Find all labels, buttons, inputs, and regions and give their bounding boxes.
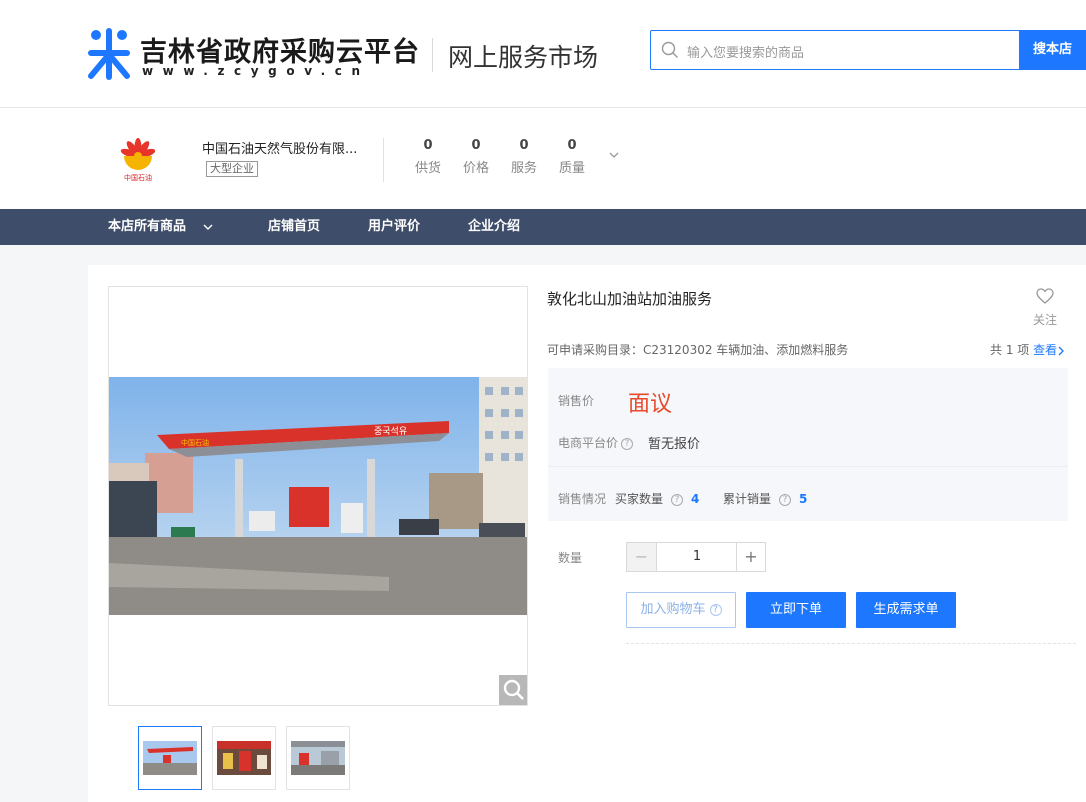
catalog-link-label: 查看: [1033, 343, 1058, 357]
stat-value: 0: [567, 138, 577, 153]
stat-label: 服务: [510, 161, 537, 176]
help-icon: ?: [709, 603, 722, 616]
stat-value: 0: [519, 138, 529, 153]
follow-label: 关注: [1032, 313, 1057, 327]
site-url: www.zcygov.cn: [142, 64, 370, 78]
catalog-view-link[interactable]: 查看: [1033, 343, 1065, 357]
stat-price: 0 价格: [456, 138, 496, 176]
catalog-count-text: 共 1 项: [990, 343, 1030, 357]
thumbnail-image: [291, 741, 345, 775]
help-icon[interactable]: ?: [779, 493, 792, 506]
buyers-value: 4: [691, 492, 700, 506]
procurement-catalog: 可申请采购目录：C23120302 车辆加油、添加燃料服务: [547, 341, 848, 358]
sales-label: 销售情况: [558, 492, 607, 506]
top-header: 吉林省政府采购云平台 www.zcygov.cn 网上服务市场 输入您要搜索的商…: [0, 0, 1086, 108]
nav-user-reviews[interactable]: 用户评价: [368, 209, 420, 245]
order-now-button[interactable]: 立即下单: [746, 592, 846, 628]
market-title: 网上服务市场: [448, 43, 599, 72]
thumbnail-3[interactable]: [286, 726, 350, 790]
nav-store-home[interactable]: 店铺首页: [268, 209, 320, 245]
store-name[interactable]: 中国石油天然气股份有限...: [202, 138, 357, 157]
heart-icon: [1036, 288, 1054, 304]
stat-label: 质量: [558, 161, 585, 176]
ecom-label-text: 电商平台价: [558, 436, 619, 450]
total-sales-label: 累计销量: [723, 492, 772, 506]
search-placeholder: 输入您要搜索的商品: [687, 46, 805, 61]
price-box-divider: [548, 466, 1068, 467]
zoom-icon: [503, 679, 524, 700]
quantity-stepper: − 1 +: [626, 542, 766, 572]
ecom-price-label: 电商平台价?: [558, 434, 634, 451]
catalog-count: 共 1 项 查看: [990, 341, 1065, 358]
chevron-down-icon: [203, 224, 213, 230]
price-value: 面议: [628, 392, 673, 417]
zoom-button[interactable]: [499, 675, 527, 705]
search-store-button[interactable]: 搜本店: [1019, 30, 1086, 70]
chevron-right-icon: [1058, 346, 1065, 355]
search-icon: [661, 41, 678, 58]
thumbnail-image: [143, 741, 197, 775]
search-input[interactable]: 输入您要搜索的商品: [650, 30, 1020, 70]
create-demand-button[interactable]: 生成需求单: [856, 592, 956, 628]
quantity-label: 数量: [558, 551, 583, 565]
zcy-logo-icon[interactable]: [86, 28, 132, 80]
store-logo-caption: 中国石油: [124, 173, 152, 182]
nav-label: 本店所有商品: [108, 219, 187, 234]
quantity-input[interactable]: 1: [658, 543, 736, 571]
quantity-increase-button[interactable]: +: [736, 543, 765, 571]
dashed-divider: [626, 643, 1076, 644]
canopy-logo-text: 中国石油: [181, 438, 209, 447]
help-icon[interactable]: ?: [671, 493, 684, 506]
add-to-cart-label: 加入购物车: [640, 602, 706, 617]
total-sales: 累计销量? 5: [723, 490, 807, 507]
petrochina-logo-icon[interactable]: 中国石油: [116, 136, 160, 184]
price-label: 销售价: [558, 394, 595, 408]
stat-quality: 0 质量: [552, 138, 592, 176]
add-to-cart-button[interactable]: 加入购物车?: [626, 592, 736, 628]
store-badge: 大型企业: [206, 161, 258, 177]
stat-supply: 0 供货: [408, 138, 448, 176]
thumbnail-image: [217, 741, 271, 775]
stat-value: 0: [471, 138, 481, 153]
follow-button[interactable]: 关注: [1030, 288, 1060, 328]
logo-divider: [432, 38, 433, 72]
buyers-label: 买家数量: [615, 492, 664, 506]
stat-label: 供货: [414, 161, 441, 176]
stat-value: 0: [423, 138, 433, 153]
stat-label: 价格: [462, 161, 489, 176]
stat-service: 0 服务: [504, 138, 544, 176]
thumbnail-2[interactable]: [212, 726, 276, 790]
nav-all-products[interactable]: 本店所有商品: [108, 209, 213, 245]
thumbnail-1[interactable]: [138, 726, 202, 790]
store-nav: 本店所有商品 店铺首页 用户评价 企业介绍: [0, 209, 1086, 245]
product-gallery: 중국석유 中国石油: [108, 286, 528, 706]
nav-company-intro[interactable]: 企业介绍: [468, 209, 520, 245]
quantity-decrease-button[interactable]: −: [627, 543, 657, 571]
price-box: 销售价 面议 电商平台价? 暂无报价 销售情况 买家数量? 4 累计销量? 5: [548, 368, 1068, 521]
help-icon[interactable]: ?: [621, 437, 634, 450]
buyers-count: 买家数量? 4: [615, 490, 699, 507]
product-title: 敦化北山加油站加油服务: [547, 290, 713, 308]
canopy-sign-text: 중국석유: [374, 426, 407, 437]
chevron-down-icon[interactable]: [608, 149, 620, 161]
product-main-image[interactable]: 중국석유 中国石油: [109, 377, 527, 615]
catalog-value: C23120302 车辆加油、添加燃料服务: [643, 343, 849, 357]
store-divider: [383, 138, 384, 182]
catalog-label: 可申请采购目录：: [547, 343, 644, 357]
total-sales-value: 5: [799, 492, 808, 506]
store-bar: 中国石油 中国石油天然气股份有限... 大型企业 0 供货 0 价格 0 服务 …: [0, 108, 1086, 209]
ecom-price-value: 暂无报价: [648, 437, 701, 452]
